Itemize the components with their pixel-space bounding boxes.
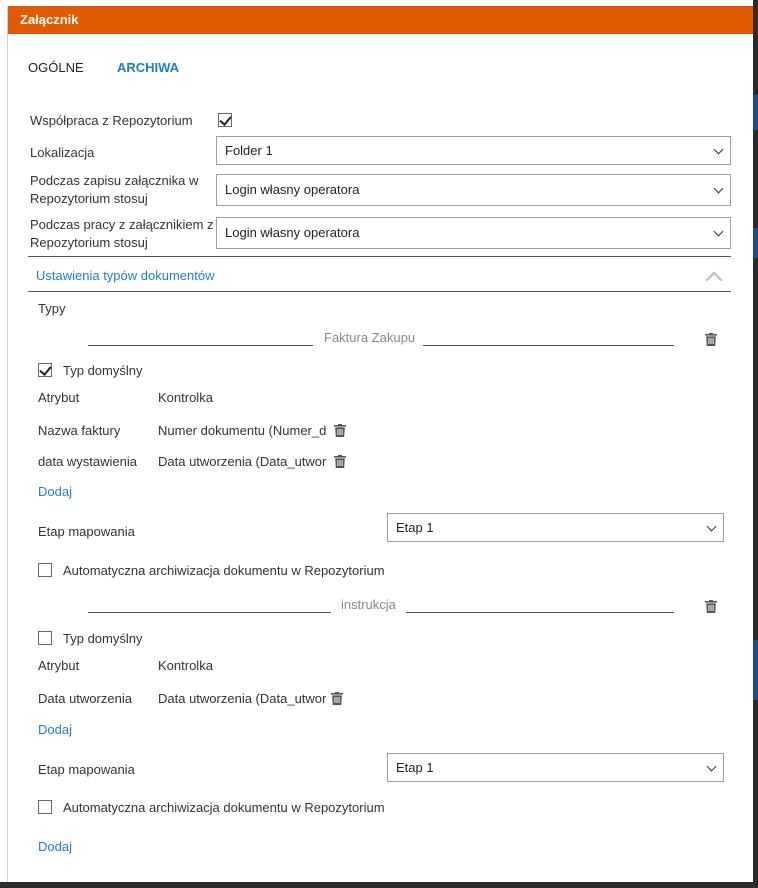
default-type-checkbox[interactable] bbox=[38, 631, 52, 645]
trash-icon[interactable] bbox=[331, 692, 343, 705]
chevron-down-icon bbox=[713, 226, 724, 237]
type-name-input[interactable]: instrukcja bbox=[341, 597, 396, 612]
window-edge bbox=[0, 882, 758, 888]
repo-cooperation-checkbox[interactable] bbox=[218, 113, 232, 127]
control-cell: Data utworzenia (Data_utwor bbox=[158, 454, 327, 469]
chevron-down-icon bbox=[713, 183, 724, 194]
type-name-input[interactable]: Faktura Zakupu bbox=[324, 330, 415, 345]
trash-icon[interactable] bbox=[334, 424, 346, 437]
auto-archive-label: Automatyczna archiwizacja dokumentu w Re… bbox=[63, 563, 385, 578]
mapping-stage-label: Etap mapowania bbox=[38, 524, 135, 539]
divider bbox=[28, 256, 731, 257]
control-cell: Data utworzenia (Data_utwor bbox=[158, 691, 326, 706]
column-header-attribute: Atrybut bbox=[38, 390, 80, 405]
tab-general[interactable]: OGÓLNE bbox=[28, 60, 84, 75]
add-type-link[interactable]: Dodaj bbox=[38, 839, 72, 854]
dialog-title: Załącznik bbox=[8, 6, 753, 34]
work-login-label: Podczas pracy z załącznikiem z Repozytor… bbox=[30, 217, 214, 250]
save-login-select[interactable]: Login własny operatora bbox=[216, 174, 731, 206]
window-edge bbox=[753, 0, 758, 888]
auto-archive-checkbox[interactable] bbox=[38, 563, 52, 577]
attribute-cell: data wystawienia bbox=[38, 454, 137, 469]
chevron-down-icon bbox=[713, 144, 724, 155]
work-login-select-value: Login własny operatora bbox=[225, 225, 360, 240]
column-header-attribute: Atrybut bbox=[38, 658, 80, 673]
save-login-label: Podczas zapisu załącznika w Repozytorium… bbox=[30, 173, 199, 206]
chevron-down-icon bbox=[706, 521, 717, 532]
doc-types-section-header[interactable]: Ustawienia typów dokumentów bbox=[36, 268, 214, 283]
trash-icon[interactable] bbox=[334, 455, 346, 468]
location-select[interactable]: Folder 1 bbox=[216, 136, 731, 165]
column-header-control: Kontrolka bbox=[158, 390, 213, 405]
auto-archive-label: Automatyczna archiwizacja dokumentu w Re… bbox=[63, 800, 385, 815]
control-cell: Numer dokumentu (Numer_d bbox=[158, 423, 327, 438]
type-name-underline bbox=[423, 345, 674, 346]
tab-archives[interactable]: ARCHIWA bbox=[117, 60, 179, 75]
default-type-label: Typ domyślny bbox=[63, 363, 143, 378]
mapping-stage-value: Etap 1 bbox=[396, 520, 434, 535]
repo-cooperation-label: Współpraca z Repozytorium bbox=[30, 113, 193, 128]
add-attribute-link[interactable]: Dodaj bbox=[38, 484, 72, 499]
mapping-stage-value: Etap 1 bbox=[396, 760, 434, 775]
attribute-cell: Data utworzenia bbox=[38, 691, 132, 706]
column-header-control: Kontrolka bbox=[158, 658, 213, 673]
attachment-dialog: Załącznik OGÓLNE ARCHIWA Współpraca z Re… bbox=[7, 6, 753, 882]
chevron-up-icon[interactable] bbox=[705, 271, 723, 289]
add-attribute-link[interactable]: Dodaj bbox=[38, 722, 72, 737]
type-name-underline bbox=[88, 345, 313, 346]
auto-archive-checkbox[interactable] bbox=[38, 800, 52, 814]
location-select-value: Folder 1 bbox=[225, 143, 273, 158]
default-type-checkbox[interactable] bbox=[38, 363, 52, 377]
mapping-stage-select[interactable]: Etap 1 bbox=[387, 753, 724, 782]
chevron-down-icon bbox=[706, 761, 717, 772]
mapping-stage-select[interactable]: Etap 1 bbox=[387, 513, 724, 542]
attribute-cell: Nazwa faktury bbox=[38, 423, 121, 438]
trash-icon[interactable] bbox=[705, 600, 717, 613]
types-label: Typy bbox=[38, 301, 66, 316]
type-name-underline bbox=[88, 612, 331, 613]
mapping-stage-label: Etap mapowania bbox=[38, 762, 135, 777]
location-label: Lokalizacja bbox=[30, 145, 95, 160]
save-login-select-value: Login własny operatora bbox=[225, 182, 360, 197]
divider bbox=[28, 291, 731, 292]
default-type-label: Typ domyślny bbox=[63, 631, 143, 646]
trash-icon[interactable] bbox=[705, 333, 717, 346]
type-name-underline bbox=[406, 612, 674, 613]
work-login-select[interactable]: Login własny operatora bbox=[216, 217, 731, 249]
